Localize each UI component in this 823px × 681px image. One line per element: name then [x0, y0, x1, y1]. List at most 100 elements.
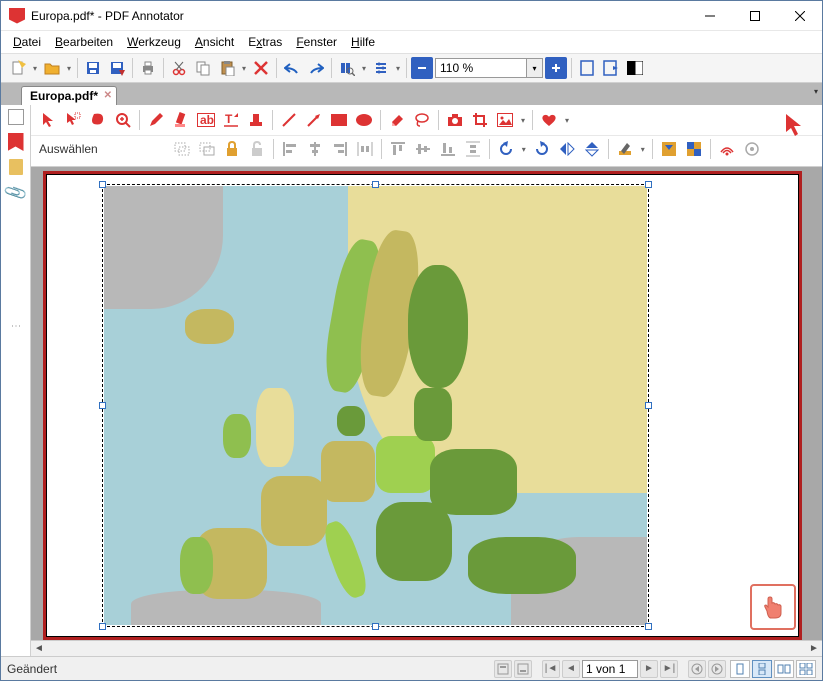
fit-page-button[interactable] — [576, 57, 598, 79]
scroll-track[interactable] — [47, 642, 806, 656]
handle-ne[interactable] — [645, 181, 652, 188]
handle-nw[interactable] — [99, 181, 106, 188]
rotate-right-button[interactable] — [531, 138, 553, 160]
nav-thumb2-button[interactable] — [514, 660, 532, 678]
rotate-left-button[interactable] — [495, 138, 517, 160]
arrow-tool[interactable] — [303, 109, 325, 131]
underline-tool[interactable]: T — [220, 109, 242, 131]
history-forward-button[interactable] — [708, 660, 726, 678]
rotate-dropdown[interactable]: ▾ — [520, 145, 528, 154]
search-button[interactable] — [336, 57, 358, 79]
cut-button[interactable] — [168, 57, 190, 79]
zoom-input[interactable] — [436, 61, 526, 75]
paste-dropdown[interactable]: ▾ — [240, 64, 248, 73]
sidepanel-page-icon[interactable] — [9, 159, 23, 175]
new-button[interactable] — [7, 57, 29, 79]
minimize-button[interactable] — [687, 1, 732, 30]
menu-help[interactable]: Hilfe — [345, 33, 381, 51]
lasso-tool[interactable] — [87, 109, 109, 131]
handle-n[interactable] — [372, 181, 379, 188]
group-button[interactable] — [171, 138, 193, 160]
text-tool[interactable]: ab — [195, 109, 217, 131]
pen-tool[interactable] — [145, 109, 167, 131]
line-tool[interactable] — [278, 109, 300, 131]
paste-button[interactable] — [216, 57, 238, 79]
stamp-tool[interactable] — [245, 109, 267, 131]
opacity-button[interactable] — [683, 138, 705, 160]
menu-file[interactable]: Datei — [7, 33, 47, 51]
next-page-button[interactable]: ► — [640, 660, 658, 678]
lock-button[interactable] — [221, 138, 243, 160]
view-facing-button[interactable] — [774, 660, 794, 678]
search-dropdown[interactable]: ▾ — [360, 64, 368, 73]
scroll-left-icon[interactable]: ◄ — [31, 642, 47, 656]
view-facing-continuous-button[interactable] — [796, 660, 816, 678]
view-single-button[interactable] — [730, 660, 750, 678]
open-button[interactable] — [41, 57, 63, 79]
ungroup-button[interactable] — [196, 138, 218, 160]
handle-e[interactable] — [645, 402, 652, 409]
eraser-tool[interactable] — [386, 109, 408, 131]
pointer-tool[interactable] — [37, 109, 59, 131]
marker-tool[interactable] — [170, 109, 192, 131]
document-tab[interactable]: Europa.pdf* ✕ — [21, 86, 117, 105]
undo-button[interactable] — [281, 57, 303, 79]
zoom-tool[interactable] — [112, 109, 134, 131]
page-field[interactable]: 1 von 1 — [582, 660, 638, 678]
settings-button[interactable] — [370, 57, 392, 79]
wifi-tool[interactable] — [716, 138, 738, 160]
flatten-button[interactable] — [658, 138, 680, 160]
align-top-button[interactable] — [387, 138, 409, 160]
tab-list-dropdown[interactable]: ▾ — [814, 87, 818, 96]
align-left-button[interactable] — [279, 138, 301, 160]
menu-view[interactable]: Ansicht — [189, 33, 240, 51]
sidepanel-expand-icon[interactable]: ⋮ — [10, 321, 21, 329]
close-button[interactable] — [777, 1, 822, 30]
select-tool[interactable] — [62, 109, 84, 131]
menu-extras[interactable]: Extras — [242, 33, 288, 51]
sidepanel-blank-icon[interactable] — [8, 109, 24, 125]
unlock-button[interactable] — [246, 138, 268, 160]
two-page-button[interactable] — [624, 57, 646, 79]
flip-v-button[interactable] — [581, 138, 603, 160]
prev-page-button[interactable]: ◄ — [562, 660, 580, 678]
open-dropdown[interactable]: ▾ — [65, 64, 73, 73]
image-dropdown[interactable]: ▾ — [519, 116, 527, 125]
favorite-dropdown[interactable]: ▾ — [563, 116, 571, 125]
horizontal-scrollbar[interactable]: ◄ ► — [31, 640, 822, 656]
zoom-in-button[interactable] — [545, 57, 567, 79]
handle-sw[interactable] — [99, 623, 106, 630]
rectangle-tool[interactable] — [328, 109, 350, 131]
tab-close-icon[interactable]: ✕ — [104, 90, 112, 101]
sidepanel-attachment-icon[interactable]: 📎 — [2, 179, 29, 206]
zoom-out-button[interactable] — [411, 57, 433, 79]
align-center-button[interactable] — [304, 138, 326, 160]
scroll-right-icon[interactable]: ► — [806, 642, 822, 656]
copy-button[interactable] — [192, 57, 214, 79]
align-right-button[interactable] — [329, 138, 351, 160]
save-button[interactable] — [82, 57, 104, 79]
selection-rectangle[interactable] — [102, 184, 649, 627]
flip-h-button[interactable] — [556, 138, 578, 160]
canvas[interactable]: ◄ ► — [31, 167, 822, 656]
save-as-button[interactable] — [106, 57, 128, 79]
misc-tool[interactable] — [741, 138, 763, 160]
settings-dropdown[interactable]: ▾ — [394, 64, 402, 73]
align-middle-button[interactable] — [412, 138, 434, 160]
color-button[interactable] — [614, 138, 636, 160]
camera-tool[interactable] — [444, 109, 466, 131]
delete-button[interactable] — [250, 57, 272, 79]
print-button[interactable] — [137, 57, 159, 79]
ellipse-tool[interactable] — [353, 109, 375, 131]
last-page-button[interactable]: ►| — [660, 660, 678, 678]
image-tool[interactable] — [494, 109, 516, 131]
new-dropdown[interactable]: ▾ — [31, 64, 39, 73]
crop-tool[interactable] — [469, 109, 491, 131]
view-continuous-button[interactable] — [752, 660, 772, 678]
gesture-button[interactable] — [750, 584, 796, 630]
favorite-tool[interactable] — [538, 109, 560, 131]
align-bottom-button[interactable] — [437, 138, 459, 160]
nav-thumb1-button[interactable] — [494, 660, 512, 678]
handle-s[interactable] — [372, 623, 379, 630]
zoom-combo[interactable]: ▾ — [435, 58, 543, 78]
